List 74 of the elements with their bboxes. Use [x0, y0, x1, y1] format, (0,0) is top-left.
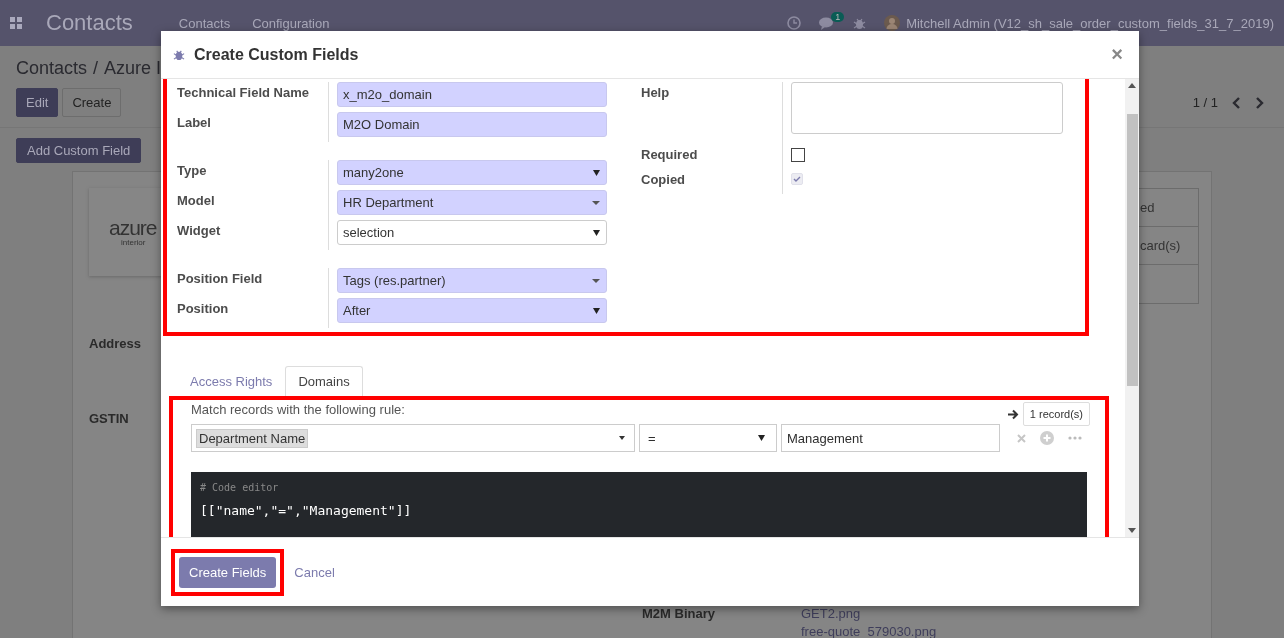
- input-field[interactable]: Tags (res.partner): [337, 268, 607, 293]
- breadcrumb-item[interactable]: /: [93, 58, 99, 79]
- input-field[interactable]: M2O Domain: [337, 112, 607, 137]
- clock-icon[interactable]: [787, 16, 802, 30]
- input-field[interactable]: many2one: [337, 160, 607, 185]
- breadcrumb-item[interactable]: Azure I: [104, 58, 162, 79]
- code-editor[interactable]: # Code editor [["name","=","Management"]]: [191, 472, 1087, 537]
- dropdown-arrow-icon: [593, 229, 600, 236]
- chat-icon[interactable]: [819, 16, 836, 30]
- add-custom-field-button[interactable]: Add Custom Field: [16, 138, 142, 163]
- field-label: Label: [167, 112, 329, 142]
- apps-grid-icon[interactable]: [10, 17, 22, 29]
- close-button[interactable]: ×: [1107, 43, 1127, 66]
- value-input[interactable]: Management: [781, 424, 1000, 452]
- arrow-right-icon: [1007, 408, 1019, 420]
- tab[interactable]: Access Rights: [177, 366, 286, 396]
- file-link[interactable]: GET2.png: [801, 606, 937, 621]
- pager-value: 1 / 1: [1192, 95, 1218, 110]
- dropdown-arrow-icon: [593, 169, 600, 176]
- input-field[interactable]: HR Department: [337, 190, 607, 215]
- checkbox[interactable]: [791, 148, 805, 162]
- create-fields-button[interactable]: Create Fields: [179, 556, 277, 588]
- field-label: M2M Binary: [642, 606, 715, 621]
- action-button[interactable]: Create: [62, 88, 122, 117]
- field-label: GSTIN: [89, 411, 129, 426]
- code-line: [["name","=","Management"]]: [200, 503, 413, 518]
- help-textarea[interactable]: [791, 82, 1063, 134]
- dropdown-arrow-icon: [758, 435, 765, 441]
- logo-tagline: interior: [121, 238, 146, 247]
- menu-item[interactable]: Configuration: [252, 15, 330, 31]
- scroll-up-icon[interactable]: [1128, 83, 1136, 88]
- dialog-title: Create Custom Fields: [194, 45, 359, 64]
- caret-icon: [592, 200, 600, 205]
- avatar-icon[interactable]: [884, 15, 901, 31]
- scroll-down-icon[interactable]: [1128, 528, 1136, 533]
- logo-wordmark: azure: [109, 217, 157, 238]
- input-field[interactable]: x_m2o_domain: [337, 82, 607, 107]
- next-icon[interactable]: [1255, 96, 1264, 109]
- menu-item[interactable]: Contacts: [178, 15, 231, 31]
- field-label: Position Field: [167, 268, 329, 298]
- add-icon[interactable]: [1040, 431, 1054, 445]
- field-label: Copied: [631, 169, 783, 194]
- tab[interactable]: Domains: [285, 366, 363, 396]
- user-name[interactable]: Mitchell Admin (V12_sh_sale_order_custom_fields_31_7_2019): [906, 15, 1274, 31]
- dropdown-arrow-icon: [593, 307, 600, 314]
- field-label: Widget: [167, 220, 329, 250]
- field-label: Address: [89, 336, 142, 351]
- action-button[interactable]: Edit: [16, 88, 59, 117]
- more-icon[interactable]: [1068, 436, 1082, 440]
- previous-icon[interactable]: [1232, 96, 1241, 109]
- delete-icon[interactable]: [1017, 433, 1026, 443]
- field-label: Position: [167, 298, 329, 328]
- field-label: Type: [167, 160, 329, 190]
- file-link[interactable]: free-quote_579030.png: [801, 624, 937, 638]
- chat-count-badge: 1: [831, 11, 845, 22]
- code-comment: # Code editor: [200, 482, 280, 493]
- operator-select[interactable]: =: [639, 424, 777, 452]
- field-label: Model: [167, 190, 329, 220]
- bug-icon[interactable]: [853, 16, 867, 30]
- rule-description: Match records with the following rule:: [191, 402, 405, 417]
- input-field[interactable]: After: [337, 298, 607, 323]
- scrollbar[interactable]: [1125, 79, 1139, 537]
- record-count-button[interactable]: 1 record(s): [1022, 402, 1090, 426]
- breadcrumb-item[interactable]: Contacts: [16, 58, 88, 79]
- input-field[interactable]: selection: [337, 220, 607, 245]
- caret-icon: [619, 436, 625, 440]
- field-path-select[interactable]: Department Name: [191, 424, 635, 452]
- field-label: Help: [631, 82, 783, 144]
- field-label: Required: [631, 144, 783, 169]
- field-label: Technical Field Name: [167, 82, 329, 112]
- cancel-link[interactable]: Cancel: [294, 564, 335, 580]
- caret-icon: [592, 278, 600, 283]
- app-title: Contacts: [46, 10, 133, 36]
- bug-icon: [173, 48, 185, 61]
